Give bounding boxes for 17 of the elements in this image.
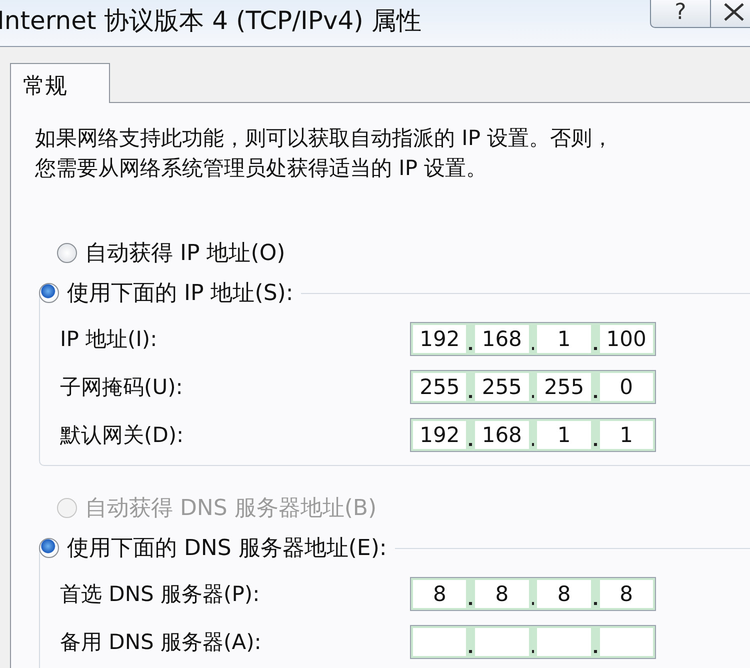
description-text: 您需要从网络系统管理员处获得适当的 IP 设置。 <box>35 155 488 182</box>
ip-address-field[interactable]: 192 168 1 1 <box>410 418 656 452</box>
help-button[interactable]: ? <box>650 0 710 28</box>
description-text: 如果网络支持此功能，则可以获取自动指派的 IP 设置。否则， <box>35 125 614 152</box>
radio-option[interactable]: 自动获得 IP 地址(O) <box>57 238 286 268</box>
field-label: 子网掩码(U): <box>60 374 184 401</box>
field-label: 默认网关(D): <box>60 422 185 449</box>
ip-address-field[interactable]: 8 8 8 8 <box>410 577 656 611</box>
radio-option[interactable]: 使用下面的 DNS 服务器地址(E): <box>39 533 387 563</box>
ip-address-field[interactable] <box>410 625 656 659</box>
field-label: 首选 DNS 服务器(P): <box>60 581 261 608</box>
field-label: 备用 DNS 服务器(A): <box>60 629 262 656</box>
tab[interactable]: 常规 <box>10 63 110 103</box>
radio-option[interactable]: 使用下面的 IP 地址(S): <box>39 278 294 308</box>
ip-address-field[interactable]: 255 255 255 0 <box>410 370 656 404</box>
ip-address-field[interactable]: 192 168 1 100 <box>410 322 656 356</box>
field-label: IP 地址(I): <box>60 326 158 353</box>
